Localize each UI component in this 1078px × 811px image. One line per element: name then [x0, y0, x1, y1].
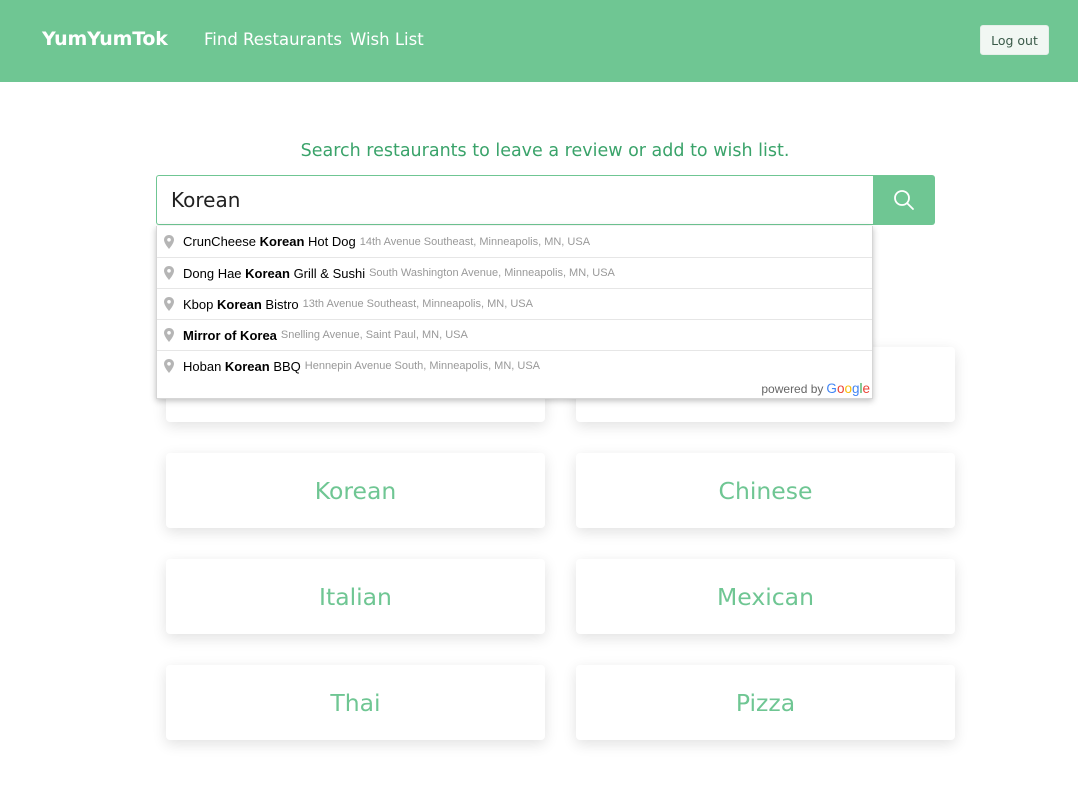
name-prefix: Hoban [183, 358, 225, 374]
search-button[interactable] [873, 175, 935, 225]
name-match: Korean [216, 296, 262, 312]
google-letter: e [862, 381, 870, 396]
category-card-pizza[interactable]: Pizza [576, 665, 955, 740]
name-match: Mirror of Korea [183, 327, 277, 343]
name-prefix: Kbop [183, 296, 217, 312]
suggestion-address: Snelling Avenue, Saint Paul, MN, USA [280, 329, 468, 341]
google-letter: o [844, 381, 852, 396]
category-label: Pizza [735, 688, 796, 717]
powered-by-google: powered by Google [761, 381, 870, 396]
suggestion-name: CrunCheese Korean Hot Dog [183, 234, 356, 249]
category-label: Korean [314, 476, 397, 505]
nav-wish-list[interactable]: Wish List [350, 30, 424, 49]
autocomplete-dropdown: CrunCheese Korean Hot Dog 14th Avenue So… [156, 226, 873, 399]
search-prompt: Search restaurants to leave a review or … [300, 141, 790, 161]
category-label: Thai [330, 688, 381, 717]
nav-find-restaurants[interactable]: Find Restaurants [204, 30, 342, 49]
category-label: Mexican [717, 582, 814, 611]
category-card-korean[interactable]: Korean [166, 453, 545, 528]
google-logo: Google [826, 381, 870, 396]
logout-button[interactable]: Log out [980, 25, 1049, 55]
suggestion-address: 13th Avenue Southeast, Minneapolis, MN, … [302, 298, 533, 310]
search-icon [894, 190, 914, 210]
name-match: Korean [259, 234, 305, 249]
autocomplete-suggestion[interactable]: CrunCheese Korean Hot Dog 14th Avenue So… [157, 226, 872, 257]
brand-logo[interactable]: YumYumTok [42, 28, 168, 50]
autocomplete-suggestion[interactable]: Mirror of Korea Snelling Avenue, Saint P… [157, 319, 872, 350]
autocomplete-suggestion[interactable]: Hoban Korean BBQ Hennepin Avenue South, … [157, 350, 872, 381]
suggestion-name: Hoban Korean BBQ [183, 359, 301, 374]
suggestion-address: Hennepin Avenue South, Minneapolis, MN, … [304, 360, 541, 372]
suggestion-address: South Washington Avenue, Minneapolis, MN… [369, 267, 615, 279]
top-navbar: YumYumTok Find Restaurants Wish List Log… [0, 0, 1078, 82]
category-card-mexican[interactable]: Mexican [576, 559, 955, 634]
name-match: Korean [245, 265, 290, 281]
search-bar [156, 175, 935, 225]
name-suffix: Grill & Sushi [289, 265, 366, 281]
category-label: Chinese [718, 476, 813, 505]
category-label: Italian [319, 582, 392, 611]
name-suffix: Hot Dog [304, 234, 356, 249]
category-card-chinese[interactable]: Chinese [576, 453, 955, 528]
name-match: Korean [224, 358, 270, 374]
autocomplete-suggestion[interactable]: Dong Hae Korean Grill & Sushi South Wash… [157, 257, 872, 288]
category-card-italian[interactable]: Italian [166, 559, 545, 634]
name-suffix: Bistro [261, 296, 299, 312]
suggestion-name: Dong Hae Korean Grill & Sushi [183, 266, 365, 281]
suggestion-address: 14th Avenue Southeast, Minneapolis, MN, … [359, 235, 591, 248]
map-pin-icon [164, 234, 174, 249]
search-input[interactable] [156, 175, 874, 225]
powered-by-label: powered by [761, 382, 824, 396]
suggestion-name: Mirror of Korea [183, 328, 277, 343]
map-pin-icon [164, 266, 174, 280]
name-prefix: Dong Hae [183, 265, 246, 281]
map-pin-icon [164, 359, 174, 373]
name-suffix: BBQ [269, 358, 301, 374]
category-card-thai[interactable]: Thai [166, 665, 545, 740]
suggestion-name: Kbop Korean Bistro [183, 297, 299, 312]
map-pin-icon [164, 297, 174, 311]
name-prefix: CrunCheese [183, 234, 260, 249]
autocomplete-suggestion[interactable]: Kbop Korean Bistro 13th Avenue Southeast… [157, 288, 872, 319]
google-letter: G [826, 381, 837, 396]
map-pin-icon [164, 328, 174, 342]
